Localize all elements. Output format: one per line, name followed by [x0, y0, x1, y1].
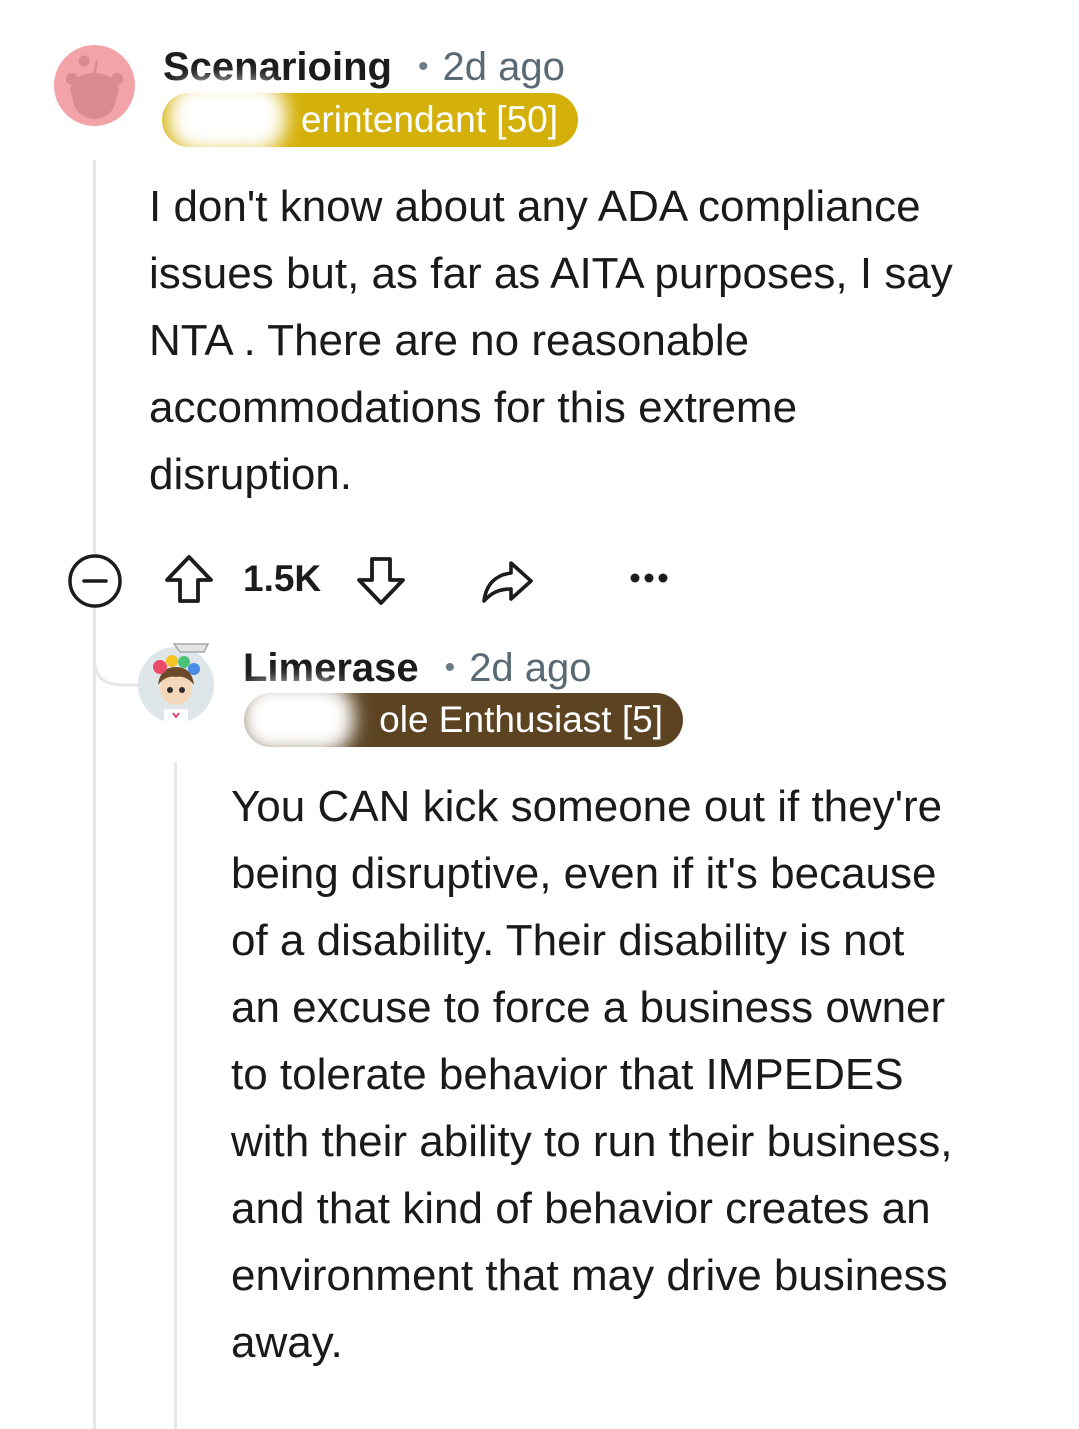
- avatar-accessory-icon: [172, 643, 210, 653]
- timestamp: 2d ago: [442, 44, 565, 89]
- upvote-button[interactable]: [160, 550, 218, 608]
- more-options-button[interactable]: [620, 560, 678, 596]
- timestamp: 2d ago: [469, 645, 592, 690]
- comment-line: of a disability. Their disability is not: [231, 916, 905, 965]
- comment-line: accommodations for this extreme: [149, 383, 798, 432]
- comment-line: NTA . There are no reasonable: [149, 316, 750, 365]
- comment-line: being disruptive, even if it's because: [231, 849, 937, 898]
- flair-text: ole Enthusiast [5]: [379, 699, 663, 740]
- comment-line: and that kind of behavior creates an: [231, 1184, 931, 1233]
- avatar[interactable]: [138, 647, 214, 723]
- comment-line: issues but, as far as AITA purposes, I s…: [149, 249, 953, 298]
- thread-line-reply: [174, 762, 177, 1429]
- vote-score: 1.5K: [243, 558, 322, 599]
- meta-separator: •: [417, 50, 429, 83]
- comment-line: environment that may drive business: [231, 1251, 948, 1300]
- comment-body: You CAN kick someone out if they're bein…: [231, 773, 952, 1376]
- flair-text: erintendant [50]: [300, 99, 558, 140]
- comment-line: I don't know about any ADA compliance: [149, 182, 921, 231]
- redacted-flair-blur: [168, 82, 286, 152]
- downvote-button[interactable]: [352, 552, 410, 610]
- comment-line: disruption.: [149, 450, 353, 499]
- downvote-icon: [357, 557, 405, 605]
- comment-line: to tolerate behavior that IMPEDES: [231, 1050, 904, 1099]
- comment-line: an excuse to force a business owner: [231, 983, 946, 1032]
- comment-line: with their ability to run their business…: [231, 1117, 953, 1166]
- avatar[interactable]: [54, 45, 135, 126]
- thread-line-main-lower: [93, 605, 96, 1429]
- more-options-icon: [630, 573, 668, 583]
- comment-body: I don't know about any ADA compliance is…: [149, 173, 953, 508]
- thread-line-main: [93, 160, 96, 560]
- custom-avatar-icon: [138, 647, 214, 723]
- share-button[interactable]: [478, 552, 536, 610]
- share-icon: [482, 561, 533, 603]
- comment-line: away.: [231, 1318, 343, 1367]
- collapse-button[interactable]: [66, 552, 124, 610]
- comment-line: You CAN kick someone out if they're: [231, 782, 943, 831]
- meta-separator: •: [444, 651, 456, 684]
- redacted-flair-blur: [240, 683, 354, 753]
- collapse-icon: [68, 554, 122, 608]
- upvote-icon: [165, 555, 213, 603]
- snoo-avatar-icon: [66, 55, 123, 119]
